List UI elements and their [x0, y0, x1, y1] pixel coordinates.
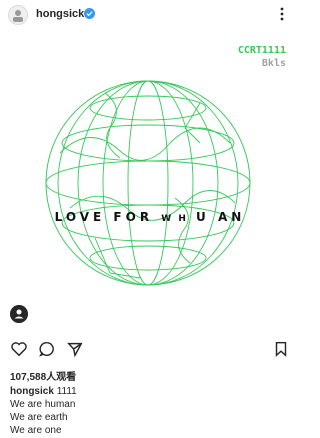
verified-badge-icon: [84, 8, 95, 19]
bookmark-icon[interactable]: [272, 340, 290, 358]
caption-line-3: We are earth: [10, 412, 68, 423]
view-count: 107,588人观看: [10, 372, 77, 383]
brand-mark: CCRT1111 Bkls: [238, 44, 286, 70]
action-bar: [0, 340, 300, 362]
overlay-text: LOVE FOR W H U AN: [0, 210, 300, 224]
overlay-letters: W H: [161, 214, 188, 224]
heart-icon[interactable]: [10, 340, 28, 358]
post-image[interactable]: LOVE FOR W H U AN: [0, 33, 300, 333]
username[interactable]: hongsick: [36, 8, 84, 20]
overlay-right: U AN: [196, 210, 246, 224]
post-header: hongsick: [0, 0, 300, 32]
brand-sub: Bkls: [261, 58, 286, 69]
caption-username[interactable]: hongsick: [10, 386, 54, 397]
share-icon[interactable]: [66, 340, 84, 358]
brand-title: CCRT1111: [237, 45, 286, 56]
caption-text-1: 1111: [56, 386, 77, 397]
caption-line-4: We are one: [10, 425, 62, 436]
caption: hongsick 1111 We are human We are earth …: [10, 385, 77, 437]
globe-graphic: [45, 80, 251, 286]
overlay-left: LOVE FOR: [54, 210, 154, 224]
more-options-icon[interactable]: [274, 6, 290, 22]
tag-people-icon[interactable]: [10, 305, 28, 323]
comment-icon[interactable]: [38, 340, 56, 358]
avatar[interactable]: [8, 5, 28, 25]
caption-line-2: We are human: [10, 399, 76, 410]
